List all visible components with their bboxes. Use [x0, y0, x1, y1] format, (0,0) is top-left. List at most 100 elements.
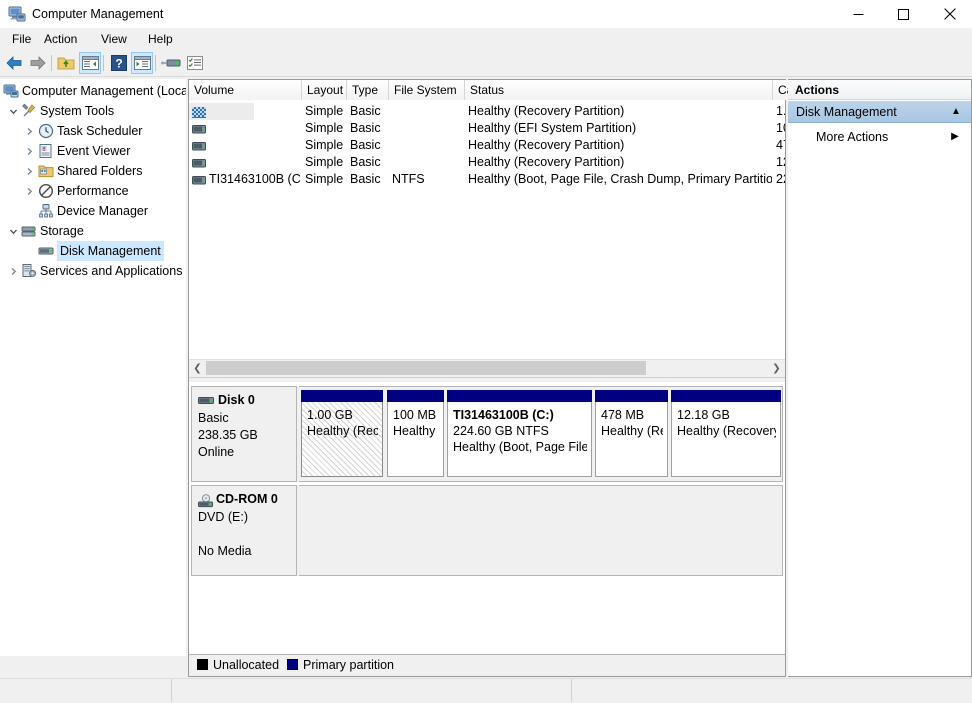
chevron-right-icon[interactable] — [22, 181, 36, 201]
scroll-left-arrow-icon[interactable]: ❮ — [189, 360, 206, 376]
partition-legend: Unallocated Primary partition — [189, 654, 785, 676]
partition-status: Healthy (Recö — [307, 424, 378, 438]
cell-layout: Simple — [305, 121, 344, 135]
partition-size: 478 MB — [601, 408, 645, 422]
partition-body: 478 MB Healthy (Re — [595, 402, 668, 477]
table-row[interactable]: Simple Basic Healthy (Recovery Partition… — [189, 103, 785, 120]
partition-efi[interactable]: 100 MB Healthy — [387, 390, 444, 477]
chevron-down-icon[interactable] — [6, 101, 20, 121]
menu-action[interactable]: Action — [37, 30, 84, 48]
column-header-volume[interactable]: Volume — [189, 80, 302, 100]
tree-item-label: Computer Management (Local — [22, 84, 186, 98]
status-bar — [0, 678, 972, 703]
tree-item-label: Shared Folders — [57, 164, 143, 178]
cell-capacity: 22 — [776, 172, 785, 186]
cell-status: Healthy (Recovery Partition) — [468, 155, 625, 169]
table-row[interactable]: Simple Basic Healthy (Recovery Partition… — [189, 154, 785, 171]
cell-status: Healthy (Recovery Partition) — [468, 138, 625, 152]
volume-list-horizontal-scrollbar[interactable]: ❮ ❯ — [189, 359, 785, 378]
computer-management-icon — [8, 5, 26, 23]
disk-0-info[interactable]: Disk 0 Basic 238.35 GB Online — [191, 386, 297, 482]
column-header-type[interactable]: Type — [347, 80, 389, 100]
toolbar: ? — [0, 50, 972, 76]
system-tools-icon — [21, 103, 37, 119]
tree-item-label: Services and Applications — [40, 264, 183, 278]
table-row[interactable]: Simple Basic Healthy (Recovery Partition… — [189, 137, 785, 154]
partition-recovery-3[interactable]: 12.18 GB Healthy (Recovery P — [671, 390, 781, 477]
partition-recovery-2[interactable]: 478 MB Healthy (Re — [595, 390, 668, 477]
console-tree-pane: Computer Management (Local System Tools — [0, 79, 186, 656]
volume-icon — [192, 157, 206, 168]
maximize-button[interactable] — [881, 0, 926, 28]
table-row[interactable]: Simple Basic Healthy (EFI System Partiti… — [189, 120, 785, 137]
show-hide-action-pane-button[interactable] — [131, 52, 153, 74]
event-viewer-icon — [38, 143, 54, 159]
actions-pane: Actions Disk Management ▲ More Actions ▶ — [788, 79, 972, 677]
disk-management-pane: Volume Layout Type File System Status Ca — [188, 79, 803, 677]
table-row[interactable]: TI31463100B (C:) Simple Basic NTFS Healt… — [189, 171, 785, 188]
cdrom-0-title: CD-ROM 0 — [216, 492, 278, 506]
column-header-file-system[interactable]: File System — [389, 80, 465, 100]
cdrom-0-info[interactable]: CD-ROM 0 DVD (E:) No Media — [191, 485, 297, 576]
partition-recovery-1[interactable]: 1.00 GB Healthy (Recö — [301, 390, 383, 477]
partition-status: Healthy (Boot, Page File, C — [453, 440, 587, 454]
volume-icon — [192, 123, 206, 134]
cell-type: Basic — [350, 121, 381, 135]
disk-0-line-2: 238.35 GB — [198, 428, 258, 442]
scroll-thumb[interactable] — [206, 361, 646, 375]
scroll-right-arrow-icon[interactable]: ❯ — [768, 360, 785, 376]
menu-help[interactable]: Help — [141, 30, 180, 48]
partition-c[interactable]: TI31463100B (C:) 224.60 GB NTFS Healthy … — [447, 390, 592, 477]
help-button[interactable]: ? — [108, 52, 130, 74]
disk-0-line-3: Online — [198, 445, 235, 459]
clock-icon — [38, 123, 54, 139]
legend-primary-partition-label: Primary partition — [303, 658, 394, 672]
chevron-right-icon[interactable] — [22, 121, 36, 141]
close-button[interactable] — [927, 0, 972, 28]
partition-capacity-bar — [671, 390, 781, 402]
legend-unallocated-label: Unallocated — [213, 658, 280, 672]
chevron-right-icon[interactable] — [22, 141, 36, 161]
column-header-layout[interactable]: Layout — [302, 80, 347, 100]
up-one-level-button[interactable] — [55, 52, 77, 74]
toolbar-separator-2 — [103, 55, 104, 71]
minimize-button[interactable] — [836, 0, 881, 28]
cell-file-system: NTFS — [392, 172, 425, 186]
cell-status: Healthy (EFI System Partition) — [468, 121, 637, 135]
partition-capacity-bar — [387, 390, 444, 402]
rescan-disks-button[interactable] — [160, 52, 182, 74]
show-hide-console-tree-button[interactable] — [79, 52, 101, 74]
volume-list-body[interactable]: Simple Basic Healthy (Recovery Partition… — [189, 100, 785, 358]
chevron-right-icon[interactable] — [6, 261, 20, 281]
partition-capacity-bar — [301, 390, 383, 402]
volume-icon — [192, 174, 206, 185]
action-more-actions[interactable]: More Actions ▶ — [788, 126, 971, 148]
partition-body: 100 MB Healthy — [387, 402, 444, 477]
chevron-down-icon[interactable] — [6, 221, 20, 241]
properties-button[interactable] — [184, 52, 206, 74]
chevron-up-icon[interactable]: ▲ — [949, 101, 963, 123]
actions-header: Actions — [788, 80, 971, 100]
cell-status: Healthy (Boot, Page File, Crash Dump, Pr… — [468, 172, 772, 186]
chevron-right-icon[interactable]: ▶ — [948, 126, 962, 148]
computer-icon — [3, 83, 19, 99]
tree-item-label: System Tools — [40, 104, 115, 118]
menu-view[interactable]: View — [94, 30, 134, 48]
volume-list-header: Volume Layout Type File System Status Ca — [189, 80, 803, 101]
partition-body: 12.18 GB Healthy (Recovery P — [671, 402, 781, 477]
partition-size: 224.60 GB NTFS — [453, 424, 549, 438]
legend-primary-partition-swatch — [287, 659, 298, 670]
menu-file[interactable]: File — [5, 30, 38, 48]
cell-type: Basic — [350, 155, 381, 169]
storage-icon — [21, 223, 37, 239]
back-button[interactable] — [3, 52, 25, 74]
column-header-status[interactable]: Status — [465, 80, 773, 100]
cell-status: Healthy (Recovery Partition) — [468, 104, 625, 118]
chevron-right-icon[interactable] — [22, 161, 36, 181]
forward-button[interactable] — [27, 52, 49, 74]
cdrom-0-line-1: DVD (E:) — [198, 510, 248, 524]
computer-management-window: Computer Management File Action View Hel… — [0, 0, 972, 703]
performance-icon — [38, 183, 54, 199]
partition-size: 12.18 GB — [677, 408, 730, 422]
actions-group-disk-management[interactable]: Disk Management ▲ — [788, 101, 971, 123]
